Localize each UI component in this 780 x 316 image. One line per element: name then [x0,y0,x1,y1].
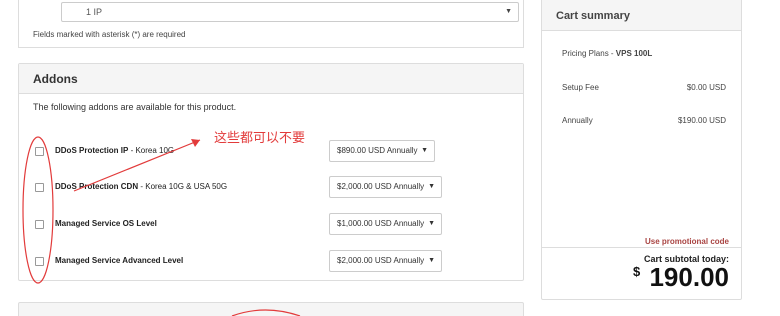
addon-name: Managed Service OS Level [55,219,157,228]
cart-summary-title: Cart summary [542,0,741,31]
addon-price: $2,000.00 USD Annually [337,256,425,265]
next-panel [18,302,524,316]
annotation-note: 这些都可以不要 [214,131,306,146]
addon-billing-select[interactable]: $2,000.00 USD Annually ▼ [329,176,442,198]
addons-panel: Addons The following addons are availabl… [18,63,524,281]
chevron-down-icon: ▼ [428,183,435,190]
ip-quantity-value: 1 IP [86,7,103,17]
addon-checkbox[interactable] [35,147,44,156]
addon-row-managed-advanced: Managed Service Advanced Level $2,000.00… [19,250,525,274]
chevron-down-icon: ▼ [505,8,512,15]
addon-price: $2,000.00 USD Annually [337,182,425,191]
line-label: Setup Fee [562,83,599,92]
line-label: Annually [562,116,593,125]
ip-quantity-select[interactable]: 1 IP ▼ [61,2,519,22]
addon-checkbox[interactable] [35,183,44,192]
plan-name: VPS 100L [615,49,653,58]
addon-name: DDoS Protection CDN - Korea 10G & USA 50… [55,182,228,191]
chevron-down-icon: ▼ [421,147,428,154]
cart-annually-line: Annually $190.00 USD [562,116,726,125]
required-fields-note: Fields marked with asterisk (*) are requ… [33,30,186,39]
addon-row-ddos-cdn: DDoS Protection CDN - Korea 10G & USA 50… [19,176,525,200]
cart-summary-panel: Cart summary Pricing Plans - VPS 100L Se… [541,0,742,300]
addon-name: DDoS Protection IP - Korea 10G [55,146,175,155]
promo-code-link[interactable]: Use promotional code [645,237,729,246]
subtotal-currency: $ [633,264,641,279]
cart-plan-line: Pricing Plans - VPS 100L [562,49,726,58]
addons-title: Addons [19,64,523,94]
plan-prefix: Pricing Plans - [562,49,616,58]
addon-checkbox[interactable] [35,257,44,266]
addon-price: $890.00 USD Annually [337,146,418,155]
line-value: $0.00 USD [686,83,726,92]
addon-billing-select[interactable]: $890.00 USD Annually ▼ [329,140,435,162]
cart-setup-fee-line: Setup Fee $0.00 USD [562,83,726,92]
subtotal-amount: 190.00 [649,262,729,292]
addon-billing-select[interactable]: $2,000.00 USD Annually ▼ [329,250,442,272]
product-config-panel: 1 IP ▼ Fields marked with asterisk (*) a… [18,0,524,48]
chevron-down-icon: ▼ [428,257,435,264]
line-value: $190.00 USD [677,116,726,125]
addon-name: Managed Service Advanced Level [55,256,184,265]
cart-subtotal: Cart subtotal today: $ 190.00 [542,247,741,299]
addon-row-managed-os: Managed Service OS Level $1,000.00 USD A… [19,213,525,237]
addon-billing-select[interactable]: $1,000.00 USD Annually ▼ [329,213,442,235]
addon-checkbox[interactable] [35,220,44,229]
chevron-down-icon: ▼ [428,220,435,227]
addon-price: $1,000.00 USD Annually [337,219,425,228]
addons-intro-text: The following addons are available for t… [33,102,237,112]
